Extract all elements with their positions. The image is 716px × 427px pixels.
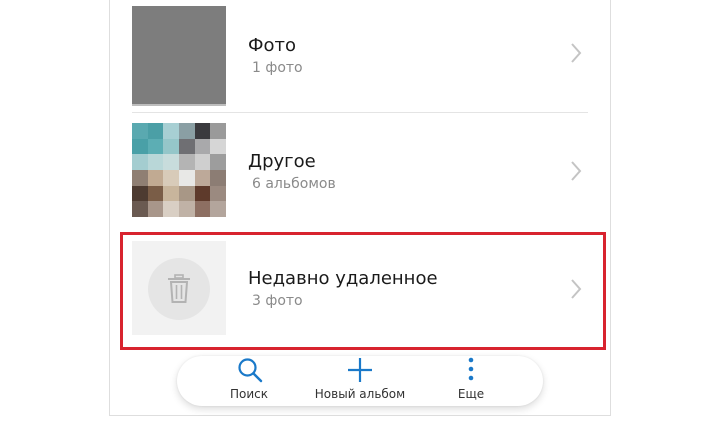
more-label: Еще: [457, 387, 485, 401]
more-button[interactable]: Еще: [451, 356, 491, 406]
search-label: Поиск: [229, 387, 268, 401]
album-title: Фото: [248, 35, 297, 56]
album-title: Другое: [248, 151, 316, 172]
more-vertical-icon: [468, 357, 474, 381]
chevron-right-icon: [571, 161, 582, 181]
new-album-button[interactable]: Новый альбом: [310, 356, 410, 406]
highlight-frame: [120, 232, 606, 350]
divider: [132, 112, 588, 113]
album-thumbnail-other: [132, 123, 226, 217]
plus-icon: [348, 358, 372, 382]
new-album-label: Новый альбом: [314, 387, 406, 401]
album-thumbnail-photos: [132, 6, 226, 104]
album-subtitle: 1 фото: [252, 60, 303, 76]
album-row-photos[interactable]: Фото 1 фото: [132, 6, 600, 106]
search-button[interactable]: Поиск: [223, 356, 275, 406]
search-icon: [238, 358, 263, 383]
chevron-right-icon: [571, 43, 582, 63]
album-row-other[interactable]: Другое 6 альбомов: [132, 123, 600, 223]
bottom-action-bar: Поиск Новый альбом Еще: [177, 356, 543, 406]
album-subtitle: 6 альбомов: [252, 176, 336, 192]
